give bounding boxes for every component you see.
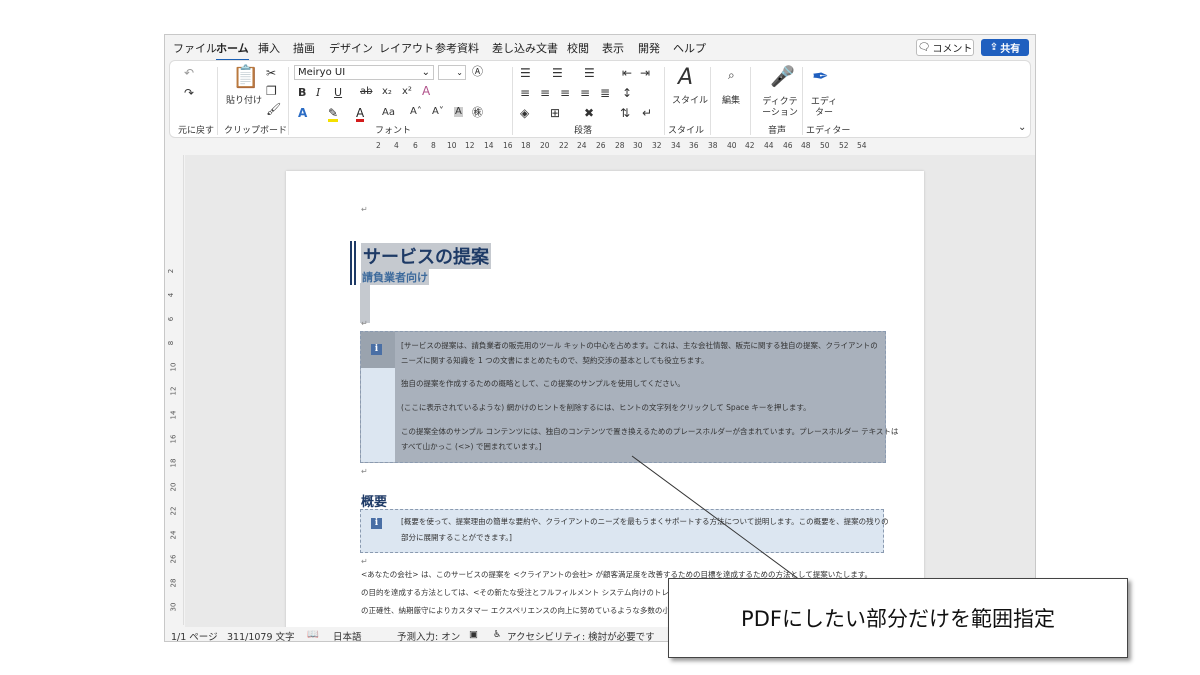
annotation-pointer (631, 455, 801, 581)
annotation-pointer-line (631, 455, 801, 581)
annotation-callout: PDFにしたい部分だけを範囲指定 (668, 578, 1128, 658)
annotation-text: PDFにしたい部分だけを範囲指定 (741, 607, 1055, 631)
